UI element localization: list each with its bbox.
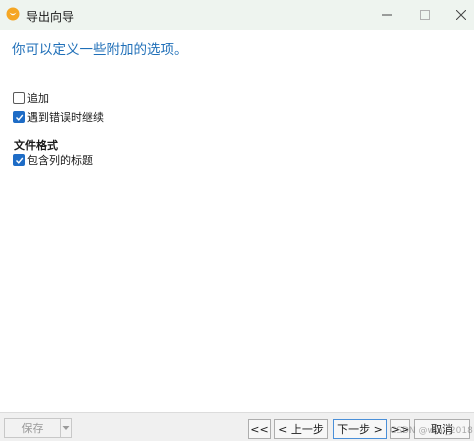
maximize-button[interactable] bbox=[406, 0, 444, 30]
include-headers-checkbox[interactable] bbox=[13, 154, 25, 166]
append-option[interactable]: 追加 bbox=[13, 91, 49, 105]
window-title: 导出向导 bbox=[26, 10, 75, 24]
continue-on-error-checkbox[interactable] bbox=[13, 111, 25, 123]
close-button[interactable] bbox=[442, 0, 474, 30]
minimize-icon bbox=[382, 10, 392, 20]
continue-on-error-option[interactable]: 遇到错误时继续 bbox=[13, 110, 104, 124]
file-format-section-label: 文件格式 bbox=[14, 139, 58, 152]
maximize-icon bbox=[420, 10, 430, 20]
include-headers-label: 包含列的标题 bbox=[27, 154, 93, 167]
save-dropdown-button[interactable] bbox=[60, 418, 72, 438]
chevron-down-icon bbox=[62, 424, 70, 433]
page-headline: 你可以定义一些附加的选项。 bbox=[12, 42, 188, 58]
next-button[interactable]: 下一步 > bbox=[333, 419, 387, 439]
append-label: 追加 bbox=[27, 92, 49, 105]
navicat-app-icon bbox=[6, 7, 20, 21]
close-icon bbox=[456, 10, 466, 20]
first-page-button[interactable]: << bbox=[248, 419, 271, 439]
minimize-button[interactable] bbox=[368, 0, 406, 30]
watermark: CSDN @wiai_2018 bbox=[390, 426, 473, 436]
continue-on-error-label: 遇到错误时继续 bbox=[27, 111, 104, 124]
previous-button[interactable]: < 上一步 bbox=[274, 419, 328, 439]
save-button[interactable]: 保存 bbox=[4, 418, 60, 438]
append-checkbox[interactable] bbox=[13, 92, 25, 104]
include-headers-option[interactable]: 包含列的标题 bbox=[13, 153, 93, 167]
title-bar: 导出向导 bbox=[0, 0, 474, 30]
